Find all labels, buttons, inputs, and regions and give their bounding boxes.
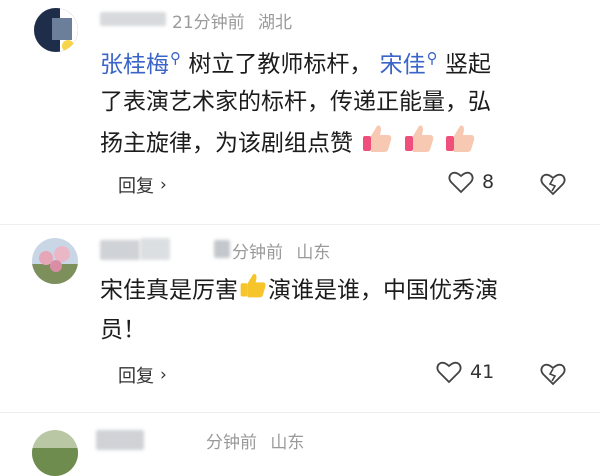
mention-songjia[interactable]: 宋佳⚲ (380, 49, 438, 78)
comment-time: 分钟前 (206, 433, 257, 453)
reply-button[interactable]: 回复 › (118, 172, 167, 198)
comment-location: 山东 (270, 433, 305, 453)
dislike-button[interactable] (540, 362, 566, 390)
broken-heart-icon (540, 363, 566, 386)
broken-heart-icon (540, 173, 566, 196)
comment-location: 山东 (296, 243, 331, 263)
avatar[interactable] (32, 238, 78, 284)
comment-time: 分钟前 (232, 243, 283, 263)
comment-2: 分钟前 山东 宋佳真是厉害 演谁是谁，中国优秀演 员！ 回复 › 41 (0, 226, 600, 416)
comment-3: 分钟前 山东 (0, 414, 600, 476)
thumbs-up-emoji (238, 270, 268, 312)
chevron-right-icon: › (160, 365, 167, 385)
divider (0, 412, 600, 413)
dislike-button[interactable] (540, 172, 566, 200)
comment-meta: 21分钟前 湖北 (172, 8, 292, 33)
username-blurred (96, 430, 144, 450)
search-icon: ⚲ (426, 49, 438, 67)
comment-segment: 宋佳真是厉害 (100, 277, 238, 304)
like-button[interactable]: 8 (448, 170, 494, 194)
thumbs-up-emoji (402, 121, 436, 167)
like-button[interactable]: 41 (436, 360, 494, 384)
comment-meta: 分钟前 山东 (232, 238, 330, 263)
comment-segment: 竖起 (444, 51, 491, 78)
comment-segment: 演谁是谁，中国优秀演 (268, 277, 498, 304)
like-count: 8 (482, 171, 495, 193)
comment-line: 扬主旋律，为该剧组点赞 (100, 130, 353, 157)
username-blurred (140, 238, 170, 260)
mention-zhangguimei[interactable]: 张桂梅⚲ (100, 49, 181, 78)
comment-text: 宋佳真是厉害 演谁是谁，中国优秀演 员！ (100, 270, 570, 349)
thumbs-up-emoji (443, 121, 477, 167)
heart-outline-icon (436, 361, 462, 384)
comment-meta: 分钟前 山东 (206, 428, 304, 453)
username-blurred (100, 240, 140, 260)
comment-line: 了表演艺术家的标杆，传递正能量，弘 (100, 88, 491, 115)
comment-time: 21分钟前 (172, 13, 245, 33)
thumbs-up-emoji (360, 121, 394, 167)
chevron-right-icon: › (160, 175, 167, 195)
heart-outline-icon (448, 171, 474, 194)
comment-location: 湖北 (258, 13, 293, 33)
reply-label: 回复 (118, 176, 154, 197)
reply-label: 回复 (118, 366, 154, 387)
avatar[interactable] (34, 8, 78, 52)
comment-line: 员！ (100, 317, 146, 343)
comment-text: 张桂梅⚲ 树立了教师标杆， 宋佳⚲ 竖起 了表演艺术家的标杆，传递正能量，弘 扬… (100, 40, 570, 167)
avatar[interactable] (32, 430, 78, 476)
search-icon: ⚲ (170, 49, 181, 67)
username-blurred (214, 240, 230, 258)
comment-1: 21分钟前 湖北 张桂梅⚲ 树立了教师标杆， 宋佳⚲ 竖起 了表演艺术家的标杆，… (0, 0, 600, 220)
reply-button[interactable]: 回复 › (118, 362, 167, 388)
divider (0, 224, 600, 225)
comment-segment: 树立了教师标杆， (188, 51, 373, 78)
username-blurred (100, 12, 166, 26)
like-count: 41 (470, 361, 495, 383)
